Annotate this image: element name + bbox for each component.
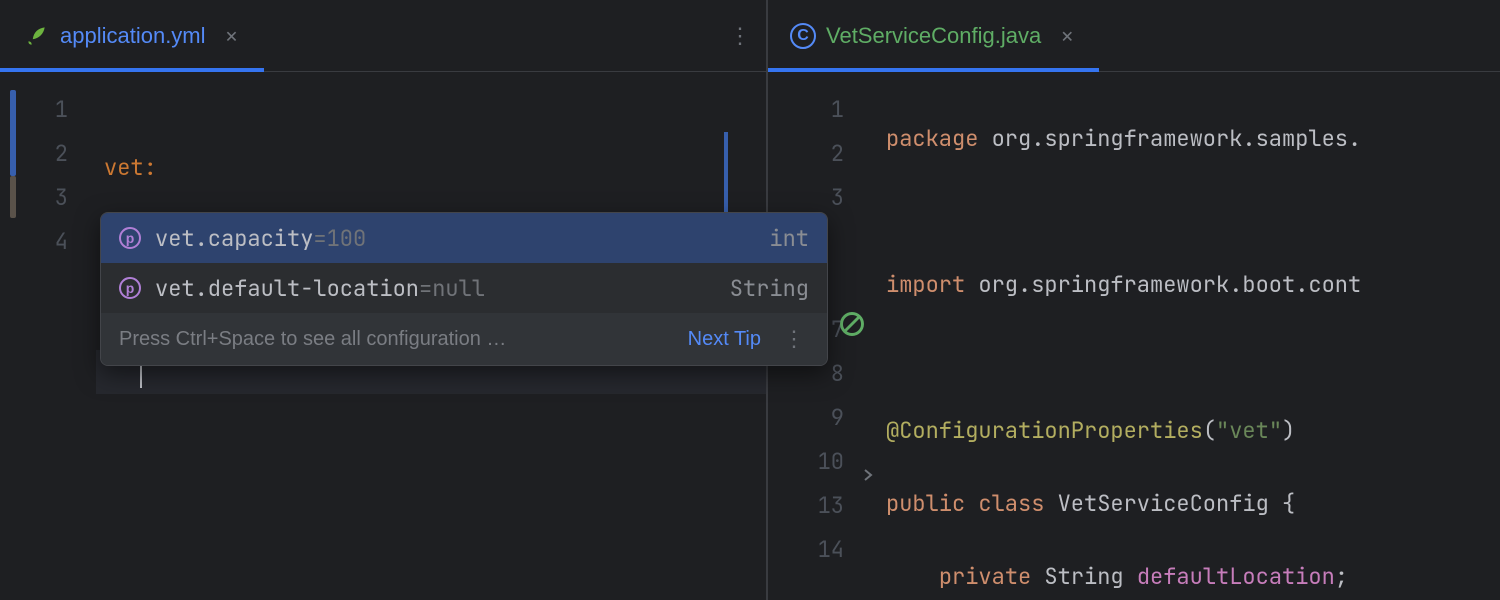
vcs-change-marker[interactable]	[10, 176, 16, 218]
completion-item[interactable]: p vet.capacity=100 int	[101, 213, 827, 263]
line-number: 1	[768, 88, 878, 132]
line-number: 9	[768, 396, 878, 440]
popup-footer: Press Ctrl+Space to see all configuratio…	[101, 313, 827, 365]
tab-vetserviceconfig[interactable]: C VetServiceConfig.java ✕	[768, 0, 1099, 71]
completion-popup: p vet.capacity=100 int p vet.default-loc…	[100, 212, 828, 366]
right-code-area[interactable]: package org.springframework.samples. imp…	[878, 72, 1500, 600]
line-number: 2	[768, 132, 878, 176]
fold-chevron-icon[interactable]	[860, 454, 876, 470]
popup-hint: Press Ctrl+Space to see all configuratio…	[119, 329, 670, 349]
next-tip-link[interactable]: Next Tip	[688, 329, 761, 349]
completion-text: vet.default-location=null	[155, 274, 716, 303]
left-tabbar: application.yml ✕	[0, 0, 766, 72]
completion-type: String	[730, 274, 809, 303]
line-number: 14	[768, 528, 878, 572]
no-problems-icon[interactable]	[716, 90, 744, 118]
more-vert-icon	[729, 21, 751, 50]
tab-more-button[interactable]	[714, 0, 766, 71]
yaml-key: vet	[104, 153, 144, 182]
completion-text: vet.capacity=100	[155, 224, 755, 253]
right-editor[interactable]: 1 2 3 7 8 9 10 13 14 package org.springf…	[768, 72, 1500, 600]
line-number: 13	[768, 484, 878, 528]
spring-icon	[22, 22, 50, 50]
tab-application-yml[interactable]: application.yml ✕	[0, 0, 264, 71]
close-icon[interactable]: ✕	[1057, 19, 1077, 53]
completion-item[interactable]: p vet.default-location=null String	[101, 263, 827, 313]
right-editor-pane: C VetServiceConfig.java ✕ 1 2 3 7 8 9 10…	[768, 0, 1500, 600]
class-icon: C	[790, 23, 816, 49]
line-number: 10	[768, 440, 878, 484]
tab-label: application.yml	[60, 25, 206, 47]
property-icon: p	[119, 277, 141, 299]
property-icon: p	[119, 227, 141, 249]
close-icon[interactable]: ✕	[222, 19, 242, 53]
vcs-change-marker[interactable]	[10, 90, 16, 176]
popup-more-button[interactable]	[779, 328, 809, 350]
right-tabbar: C VetServiceConfig.java ✕	[768, 0, 1500, 72]
left-gutter: 1 2 3 4	[0, 72, 96, 600]
line-number: 4	[0, 220, 96, 264]
completion-type: int	[769, 224, 809, 253]
tab-label: VetServiceConfig.java	[826, 25, 1041, 47]
